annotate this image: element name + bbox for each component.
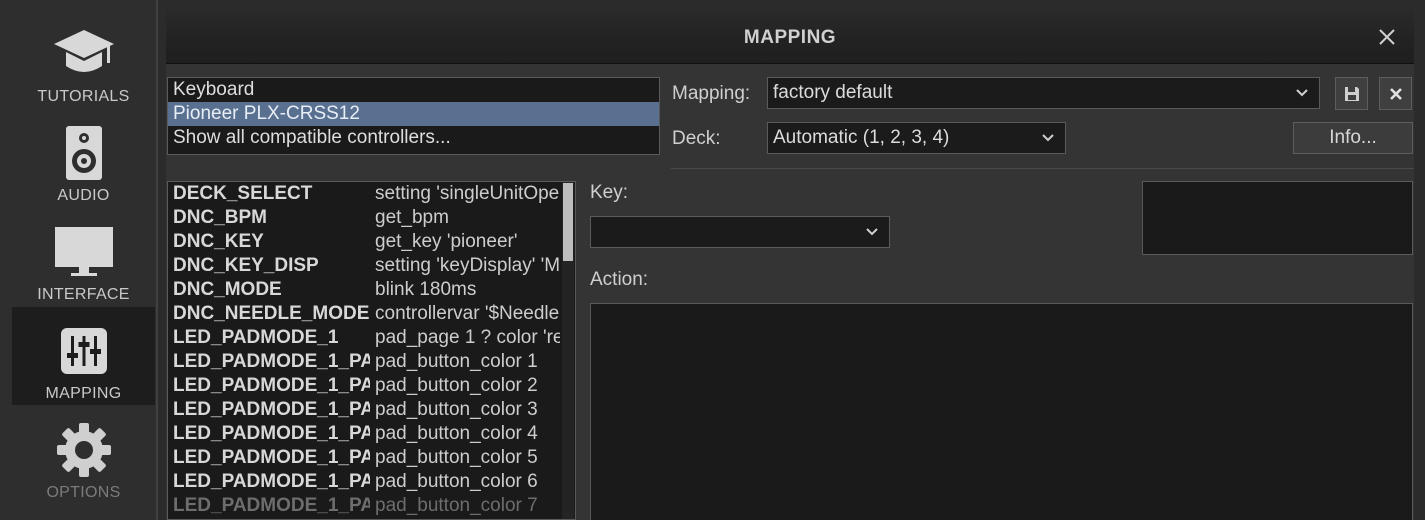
key-name-cell: DNC_KEY — [173, 231, 264, 252]
sidebar-item-label: MAPPING — [45, 385, 122, 402]
key-name-cell: DNC_KEY_DISP — [173, 255, 319, 276]
key-action-list[interactable]: DECK_SELECT setting 'singleUnitOperation'… — [167, 181, 576, 520]
divider — [671, 168, 1414, 169]
action-editor[interactable] — [590, 303, 1413, 520]
close-button[interactable] — [1374, 24, 1400, 50]
action-cell: pad_button_color 4 — [375, 423, 538, 444]
key-name-cell: DNC_BPM — [173, 207, 267, 228]
controller-item-keyboard[interactable]: Keyboard — [168, 78, 659, 102]
delete-mapping-button[interactable] — [1379, 77, 1412, 110]
table-row[interactable]: LED_PADMODE_1_PAD4pad_button_color 4 — [168, 422, 575, 446]
table-row[interactable]: DNC_NEEDLE_MODEcontrollervar '$NeedleMod… — [168, 302, 575, 326]
scrollbar-thumb[interactable] — [563, 183, 573, 261]
key-name-cell: LED_PADMODE_1_PAD7 — [173, 495, 370, 516]
table-row[interactable]: LED_PADMODE_1_PAD7pad_button_color 7 — [168, 494, 575, 518]
key-name-cell: DNC_MODE — [173, 279, 282, 300]
key-name-cell: LED_PADMODE_1_PAD1 — [173, 351, 370, 372]
mapping-select-value: factory default — [773, 82, 893, 103]
key-name-cell: LED_PADMODE_1_PAD2 — [173, 375, 370, 396]
table-row[interactable]: DNC_KEY get_key 'pioneer' — [168, 230, 575, 254]
dialog-title: MAPPING — [743, 27, 837, 48]
key-name-cell: LED_PADMODE_1_PAD3 — [173, 399, 370, 420]
chevron-down-icon — [1042, 134, 1054, 142]
chevron-down-icon — [866, 228, 878, 236]
key-label: Key: — [590, 182, 629, 203]
key-name-cell: LED_PADMODE_1_PAD6 — [173, 471, 370, 492]
mapping-select[interactable]: factory default — [767, 77, 1320, 109]
action-cell: pad_page 1 ? color 'red' — [375, 327, 560, 348]
close-icon — [1379, 29, 1395, 45]
chevron-down-icon — [1296, 89, 1308, 97]
graduation-cap-icon — [12, 24, 155, 84]
info-button[interactable]: Info... — [1293, 122, 1413, 154]
table-row[interactable]: LED_PADMODE_1_PAD3pad_button_color 3 — [168, 398, 575, 422]
action-cell: get_key 'pioneer' — [375, 231, 518, 252]
action-cell: pad_button_color 1 — [375, 351, 538, 372]
action-cell: pad_button_color 7 — [375, 495, 538, 516]
key-name-cell: LED_PADMODE_1 — [173, 327, 339, 348]
key-name-cell: DNC_NEEDLE_MODE — [173, 303, 370, 324]
save-icon — [1344, 86, 1359, 101]
sidebar-item-mapping[interactable]: MAPPING — [12, 307, 155, 405]
key-name-cell: LED_PADMODE_1_PAD5 — [173, 447, 370, 468]
sidebar-item-label: INTERFACE — [37, 286, 130, 303]
sidebar-item-interface[interactable]: INTERFACE — [12, 208, 155, 306]
sidebar-item-tutorials[interactable]: TUTORIALS — [12, 10, 155, 108]
table-row[interactable]: LED_PADMODE_1_PAD2pad_button_color 2 — [168, 374, 575, 398]
action-cell: setting 'keyDisplay' 'Musical' — [375, 255, 560, 276]
action-cell: setting 'singleUnitOperation' — [375, 183, 560, 204]
table-row[interactable]: LED_PADMODE_1_PAD5pad_button_color 5 — [168, 446, 575, 470]
controller-item-show-all[interactable]: Show all compatible controllers... — [168, 126, 659, 150]
action-cell: get_bpm — [375, 207, 449, 228]
save-mapping-button[interactable] — [1335, 77, 1368, 110]
key-name-cell: LED_PADMODE_1_PAD4 — [173, 423, 370, 444]
action-cell: pad_button_color 2 — [375, 375, 538, 396]
table-row[interactable]: DECK_SELECT setting 'singleUnitOperation' — [168, 182, 575, 206]
table-row[interactable]: DNC_MODE blink 180ms — [168, 278, 575, 302]
sidebar-item-options[interactable]: OPTIONS — [12, 406, 155, 504]
key-select[interactable] — [590, 216, 890, 248]
table-row[interactable]: LED_PADMODE_1_PAD6pad_button_color 6 — [168, 470, 575, 494]
gear-icon — [12, 420, 155, 480]
controller-item-pioneer[interactable]: Pioneer PLX-CRSS12 — [168, 102, 659, 126]
sidebar-item-label: AUDIO — [57, 187, 110, 204]
action-label: Action: — [590, 269, 649, 290]
table-row[interactable]: LED_PADMODE_1_PAD1pad_button_color 1 — [168, 350, 575, 374]
speaker-icon — [12, 123, 155, 183]
mapping-label: Mapping: — [672, 83, 751, 104]
sidebar: TUTORIALS AUDIO INTERFACE MAPPING OPTION… — [0, 0, 158, 520]
controller-list[interactable]: Keyboard Pioneer PLX-CRSS12 Show all com… — [167, 77, 660, 155]
key-name-cell: DECK_SELECT — [173, 183, 313, 204]
key-list-scrollbar[interactable] — [562, 182, 574, 519]
deck-select[interactable]: Automatic (1, 2, 3, 4) — [767, 122, 1066, 154]
mixer-sliders-icon — [12, 321, 155, 381]
table-row[interactable]: LED_PADMODE_1 pad_page 1 ? color 'red' — [168, 326, 575, 350]
mapping-dialog: MAPPING Keyboard Pioneer PLX-CRSS12 Show… — [166, 10, 1414, 520]
dialog-titlebar: MAPPING — [166, 10, 1414, 64]
deck-select-value: Automatic (1, 2, 3, 4) — [773, 127, 950, 148]
table-row[interactable]: DNC_BPM get_bpm — [168, 206, 575, 230]
sidebar-item-audio[interactable]: AUDIO — [12, 109, 155, 207]
table-row[interactable]: DNC_KEY_DISP setting 'keyDisplay' 'Musica… — [168, 254, 575, 278]
key-preview-box — [1142, 181, 1413, 255]
sidebar-item-label: OPTIONS — [46, 484, 121, 501]
deck-label: Deck: — [672, 128, 721, 149]
action-cell: pad_button_color 3 — [375, 399, 538, 420]
action-cell: pad_button_color 5 — [375, 447, 538, 468]
action-cell: controllervar '$NeedleMode' — [375, 303, 560, 324]
monitor-icon — [12, 222, 155, 282]
action-cell: pad_button_color 6 — [375, 471, 538, 492]
sidebar-item-label: TUTORIALS — [37, 88, 130, 105]
action-cell: blink 180ms — [375, 279, 477, 300]
delete-icon — [1389, 87, 1402, 100]
